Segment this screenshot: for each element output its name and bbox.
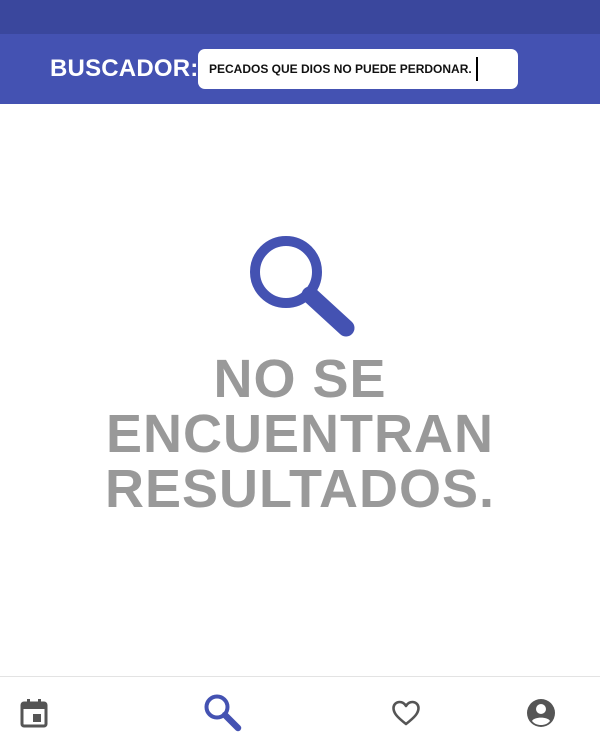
tab-search[interactable] — [203, 693, 243, 733]
heart-icon — [392, 700, 420, 726]
search-icon — [250, 236, 355, 337]
tab-profile[interactable] — [521, 693, 561, 733]
search-header: BUSCADOR: PECADOS QUE DIOS NO PUEDE PERD… — [0, 34, 600, 104]
no-results-message: NO SE ENCUENTRAN RESULTADOS. — [70, 352, 530, 517]
empty-state: NO SE ENCUENTRAN RESULTADOS. — [0, 232, 600, 517]
status-bar — [0, 0, 600, 34]
bottom-tab-bar — [0, 676, 600, 750]
calendar-icon — [20, 699, 48, 728]
no-results-line: NO SE — [213, 349, 387, 409]
search-input[interactable]: PECADOS QUE DIOS NO PUEDE PERDONAR. — [198, 49, 518, 89]
tab-favorites[interactable] — [386, 693, 426, 733]
no-results-line: ENCUENTRAN — [106, 404, 494, 464]
search-label: BUSCADOR: — [50, 55, 199, 82]
no-results-line: RESULTADOS. — [104, 459, 495, 519]
account-icon — [527, 699, 555, 727]
search-input-value: PECADOS QUE DIOS NO PUEDE PERDONAR. — [209, 62, 472, 76]
tab-calendar[interactable] — [14, 693, 54, 733]
text-cursor — [475, 57, 478, 81]
search-icon — [204, 694, 242, 732]
